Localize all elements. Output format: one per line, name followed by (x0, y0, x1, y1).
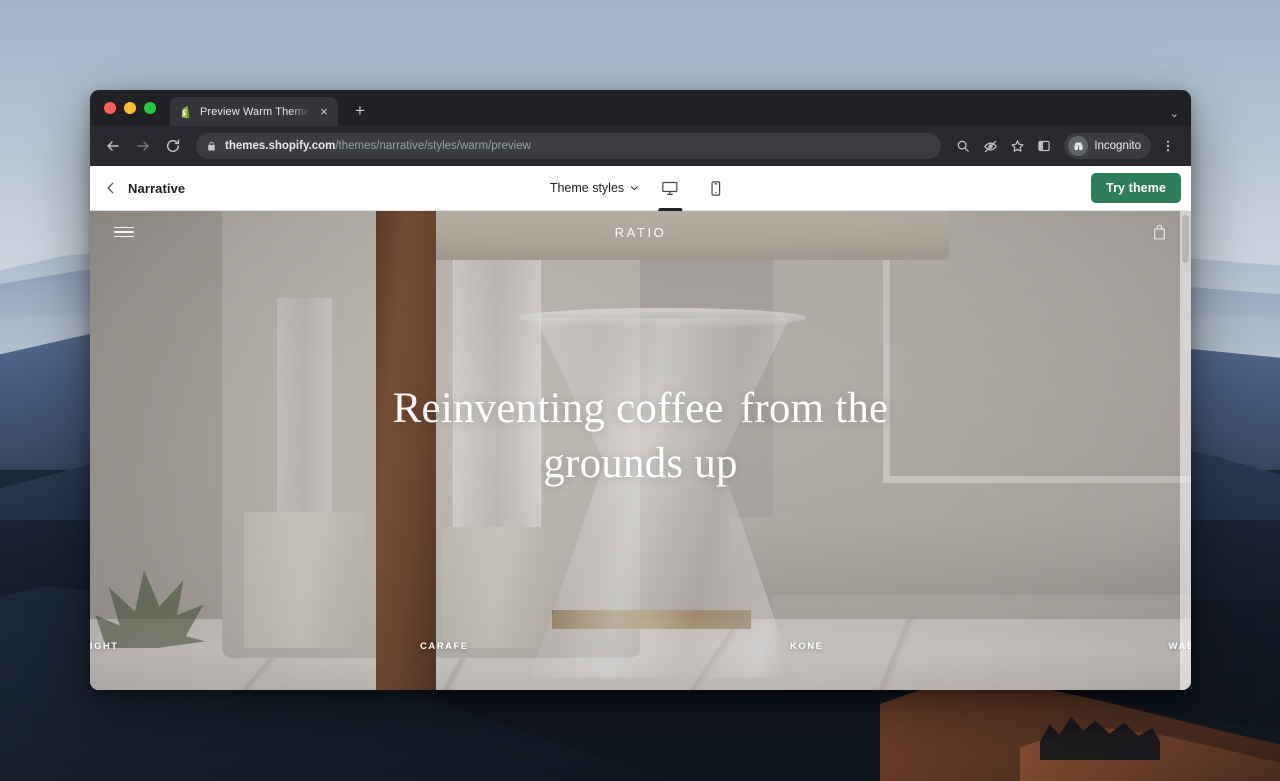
preview-scrollbar[interactable] (1180, 211, 1191, 690)
back-button[interactable] (100, 133, 126, 159)
url-host: themes.shopify.com (225, 140, 336, 152)
window-traffic-lights (104, 90, 166, 126)
shopify-bag-icon (179, 105, 193, 119)
product-label-row: EIGHT CARAFE KONE WASH (90, 641, 1191, 657)
theme-styles-dropdown[interactable]: Theme styles (550, 181, 639, 195)
side-panel-icon[interactable] (1032, 134, 1056, 158)
profile-pill[interactable]: Incognito (1064, 133, 1151, 159)
close-window-button[interactable] (104, 102, 116, 114)
url-text: themes.shopify.com/themes/narrative/styl… (225, 140, 531, 152)
theme-styles-label: Theme styles (549, 181, 625, 195)
chevron-down-icon (629, 183, 639, 193)
preview-site-header: RATIO (90, 211, 1191, 253)
reload-button[interactable] (160, 133, 186, 159)
desktop-icon (662, 180, 679, 197)
theme-preview-viewport: RATIO Reinventing coffee from the grounds… (90, 211, 1191, 690)
theme-bar-right: Try theme (1091, 173, 1181, 203)
star-icon[interactable] (1005, 134, 1029, 158)
incognito-avatar (1068, 136, 1089, 156)
eye-off-icon[interactable] (978, 134, 1002, 158)
product-label-eight[interactable]: EIGHT (90, 641, 119, 652)
toolbar-icon-group (951, 134, 1056, 158)
browser-tab[interactable]: Preview Warm Theme - Narrati × (170, 97, 338, 126)
back-to-themes-button[interactable] (104, 181, 118, 195)
browser-toolbar: themes.shopify.com/themes/narrative/styl… (90, 126, 1191, 166)
chevron-down-icon[interactable]: ⌄ (1170, 107, 1179, 120)
forward-button[interactable] (130, 133, 156, 159)
lock-icon (206, 141, 217, 152)
product-label-kone[interactable]: KONE (790, 641, 823, 652)
theme-name-title: Narrative (128, 180, 186, 196)
mobile-view-button[interactable] (701, 166, 731, 211)
site-logo[interactable]: RATIO (615, 225, 667, 240)
desktop-view-button[interactable] (655, 166, 685, 211)
close-tab-button[interactable]: × (317, 105, 331, 118)
search-icon[interactable] (951, 134, 975, 158)
address-bar[interactable]: themes.shopify.com/themes/narrative/styl… (196, 133, 942, 159)
theme-bar-center: Theme styles (550, 166, 731, 211)
browser-tab-strip: Preview Warm Theme - Narrati × + ⌄ (90, 90, 1191, 126)
mobile-icon (708, 180, 725, 197)
browser-tab-title: Preview Warm Theme - Narrati (200, 105, 310, 118)
url-path: /themes/narrative/styles/warm/preview (335, 140, 531, 152)
theme-bar-left: Narrative (104, 181, 185, 196)
minimize-window-button[interactable] (124, 102, 136, 114)
hamburger-menu-icon[interactable] (114, 226, 134, 238)
hero-background-photo (90, 211, 1191, 690)
browser-menu-button[interactable] (1155, 133, 1181, 159)
shopping-bag-icon[interactable] (1152, 224, 1167, 240)
new-tab-button[interactable]: + (350, 102, 370, 119)
browser-window: Preview Warm Theme - Narrati × + ⌄ (90, 90, 1191, 690)
product-label-carafe[interactable]: CARAFE (420, 641, 469, 652)
try-theme-button[interactable]: Try theme (1091, 173, 1181, 203)
preview-scrollbar-thumb[interactable] (1182, 215, 1189, 263)
maximize-window-button[interactable] (144, 102, 156, 114)
profile-label: Incognito (1094, 140, 1141, 152)
theme-preview-bar: Narrative Theme styles Try theme (90, 166, 1191, 211)
